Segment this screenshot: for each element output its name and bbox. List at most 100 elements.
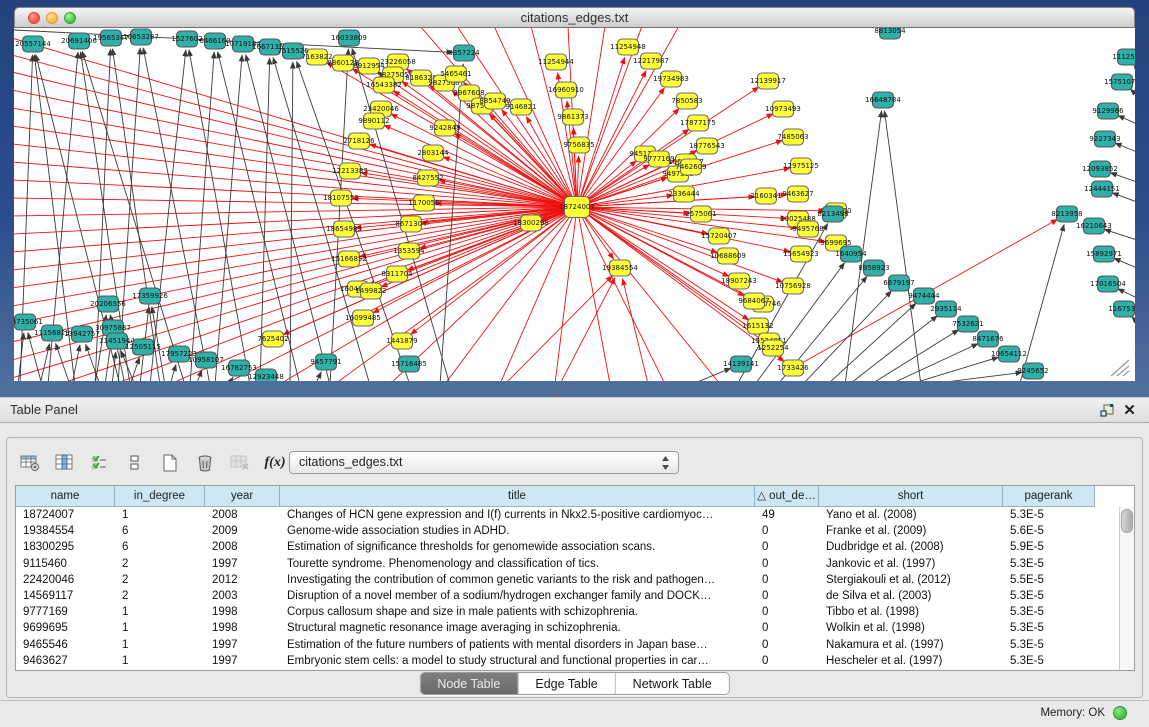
table-cell[interactable]: 9777169 xyxy=(16,604,115,620)
table-cell[interactable]: 1998 xyxy=(205,620,280,636)
graph-edge[interactable] xyxy=(390,207,577,381)
graph-node[interactable]: 2935114 xyxy=(930,301,962,317)
network-canvas[interactable]: 1872400771638228860128891295423226058982… xyxy=(14,28,1135,381)
graph-node[interactable]: 15751074 xyxy=(1104,74,1135,90)
graph-edge[interactable] xyxy=(290,62,293,381)
graph-node[interactable]: 1170056 xyxy=(408,195,440,211)
table-cell[interactable]: Embryonic stem cells: a model to study s… xyxy=(280,653,755,669)
graph-edge[interactable] xyxy=(1118,115,1135,124)
table-cell[interactable]: 0 xyxy=(755,556,819,572)
close-button[interactable] xyxy=(28,12,40,24)
graph-node[interactable]: 8311704 xyxy=(381,266,413,282)
graph-node[interactable]: 16960910 xyxy=(548,82,584,98)
table-cell[interactable]: 2008 xyxy=(205,507,280,523)
table-cell[interactable]: 5.3E-5 xyxy=(1003,588,1095,604)
graph-node[interactable]: 18735061 xyxy=(14,314,43,330)
table-cell[interactable]: Corpus callosum shape and size in male p… xyxy=(280,604,755,620)
graph-edge[interactable] xyxy=(914,357,998,381)
table-cell[interactable]: 18300295 xyxy=(16,539,115,555)
graph-node[interactable]: 9474444 xyxy=(908,288,940,304)
graph-edge[interactable] xyxy=(938,372,1022,381)
select-columns-icon[interactable] xyxy=(87,450,113,476)
graph-node[interactable]: 2718126 xyxy=(343,133,375,149)
graph-edge[interactable] xyxy=(20,55,33,381)
table-row[interactable]: 1456911722003Disruption of a novel membe… xyxy=(16,588,1119,604)
table-cell[interactable]: Yano et al. (2008) xyxy=(819,507,1003,523)
graph-node[interactable]: 11254948 xyxy=(610,39,646,55)
graph-edge[interactable] xyxy=(505,276,612,381)
table-row[interactable]: 2242004622012Investigating the contribut… xyxy=(16,572,1119,588)
graph-node[interactable]: 1615132 xyxy=(742,318,773,334)
close-panel-icon[interactable]: ✕ xyxy=(1122,403,1137,418)
table-cell[interactable]: 2 xyxy=(115,572,205,588)
column-header[interactable]: in_degree xyxy=(115,486,205,507)
graph-node[interactable]: 8813054 xyxy=(874,28,906,39)
table-cell[interactable]: Wolkin et al. (1998) xyxy=(819,620,1003,636)
graph-edge[interactable] xyxy=(40,344,50,381)
table-cell[interactable]: 9115460 xyxy=(16,556,115,572)
table-cell[interactable]: 1 xyxy=(115,620,205,636)
graph-edge[interactable] xyxy=(28,333,42,381)
graph-node[interactable]: 10756928 xyxy=(775,278,811,294)
graph-edge[interactable] xyxy=(14,207,577,288)
graph-node[interactable]: 2803144 xyxy=(417,145,449,161)
graph-node[interactable]: 9463627 xyxy=(782,186,813,202)
graph-node[interactable]: 18724007 xyxy=(559,197,595,218)
scrollbar-thumb[interactable] xyxy=(1121,509,1133,533)
table-cell[interactable]: 0 xyxy=(755,620,819,636)
create-column-icon[interactable] xyxy=(157,450,183,476)
column-header[interactable]: △ out_de… xyxy=(755,486,819,507)
graph-edge[interactable] xyxy=(623,279,648,381)
graph-node[interactable]: 12217987 xyxy=(633,53,669,69)
graph-edge[interactable] xyxy=(884,111,921,381)
column-header[interactable]: year xyxy=(205,486,280,507)
table-cell[interactable]: Tourette syndrome. Phenomenology and cla… xyxy=(280,556,755,572)
graph-edge[interactable] xyxy=(1132,317,1135,322)
graph-edge[interactable] xyxy=(330,49,348,381)
graph-node[interactable]: 1733426 xyxy=(777,360,809,376)
graph-edge[interactable] xyxy=(1112,193,1135,202)
table-cell[interactable]: 2008 xyxy=(205,539,280,555)
table-cell[interactable]: 0 xyxy=(755,653,819,669)
table-row[interactable]: 946554611997Estimation of the future num… xyxy=(16,637,1119,653)
table-row[interactable]: 1830029562008Estimation of significance … xyxy=(16,539,1119,555)
graph-node[interactable]: 1441879 xyxy=(386,333,417,349)
minimize-button[interactable] xyxy=(46,12,58,24)
table-cell[interactable]: 1998 xyxy=(205,604,280,620)
table-cell[interactable]: 2009 xyxy=(205,523,280,539)
graph-node[interactable]: 20557144 xyxy=(15,36,51,52)
tab-network-table[interactable]: Network Table xyxy=(615,673,729,694)
graph-node[interactable]: 7532621 xyxy=(952,316,983,332)
table-row[interactable]: 946362711997Embryonic stem cells: a mode… xyxy=(16,653,1119,669)
graph-edge[interactable] xyxy=(1114,258,1135,268)
table-cell[interactable]: 5.6E-5 xyxy=(1003,523,1095,539)
table-cell[interactable]: Tibbo et al. (1998) xyxy=(819,604,1003,620)
graph-node[interactable]: 8958923 xyxy=(858,260,889,276)
graph-edge[interactable] xyxy=(315,372,321,381)
graph-node[interactable]: 7485063 xyxy=(777,129,808,145)
table-cell[interactable]: 5.3E-5 xyxy=(1003,507,1095,523)
table-cell[interactable]: 1 xyxy=(115,507,205,523)
graph-node[interactable]: 16648784 xyxy=(865,92,901,108)
table-row[interactable]: 1872400712008Changes of HCN gene express… xyxy=(16,507,1119,523)
graph-edge[interactable] xyxy=(14,38,577,207)
graph-edge[interactable] xyxy=(1130,89,1135,95)
graph-edge[interactable] xyxy=(218,52,300,381)
graph-node[interactable]: 12139917 xyxy=(750,73,786,89)
graph-edge[interactable] xyxy=(851,316,937,381)
table-cell[interactable]: 5.3E-5 xyxy=(1003,556,1095,572)
graph-node[interactable]: 10653287 xyxy=(123,29,159,45)
graph-edge[interactable] xyxy=(170,365,176,381)
table-row[interactable]: 911546021997Tourette syndrome. Phenomeno… xyxy=(16,556,1119,572)
graph-node[interactable]: 1353594 xyxy=(393,243,425,259)
graph-edge[interactable] xyxy=(14,207,577,306)
graph-node[interactable]: 1527602 xyxy=(171,31,202,47)
table-options-icon[interactable] xyxy=(17,450,43,476)
graph-edge[interactable] xyxy=(690,368,731,381)
table-cell[interactable]: 0 xyxy=(755,572,819,588)
graph-node[interactable]: 9756835 xyxy=(563,137,594,153)
graph-edge[interactable] xyxy=(14,198,577,207)
graph-node[interactable]: 9861373 xyxy=(557,109,588,125)
graph-node[interactable]: 11254944 xyxy=(538,54,574,70)
table-cell[interactable]: Genome-wide association studies in ADHD. xyxy=(280,523,755,539)
